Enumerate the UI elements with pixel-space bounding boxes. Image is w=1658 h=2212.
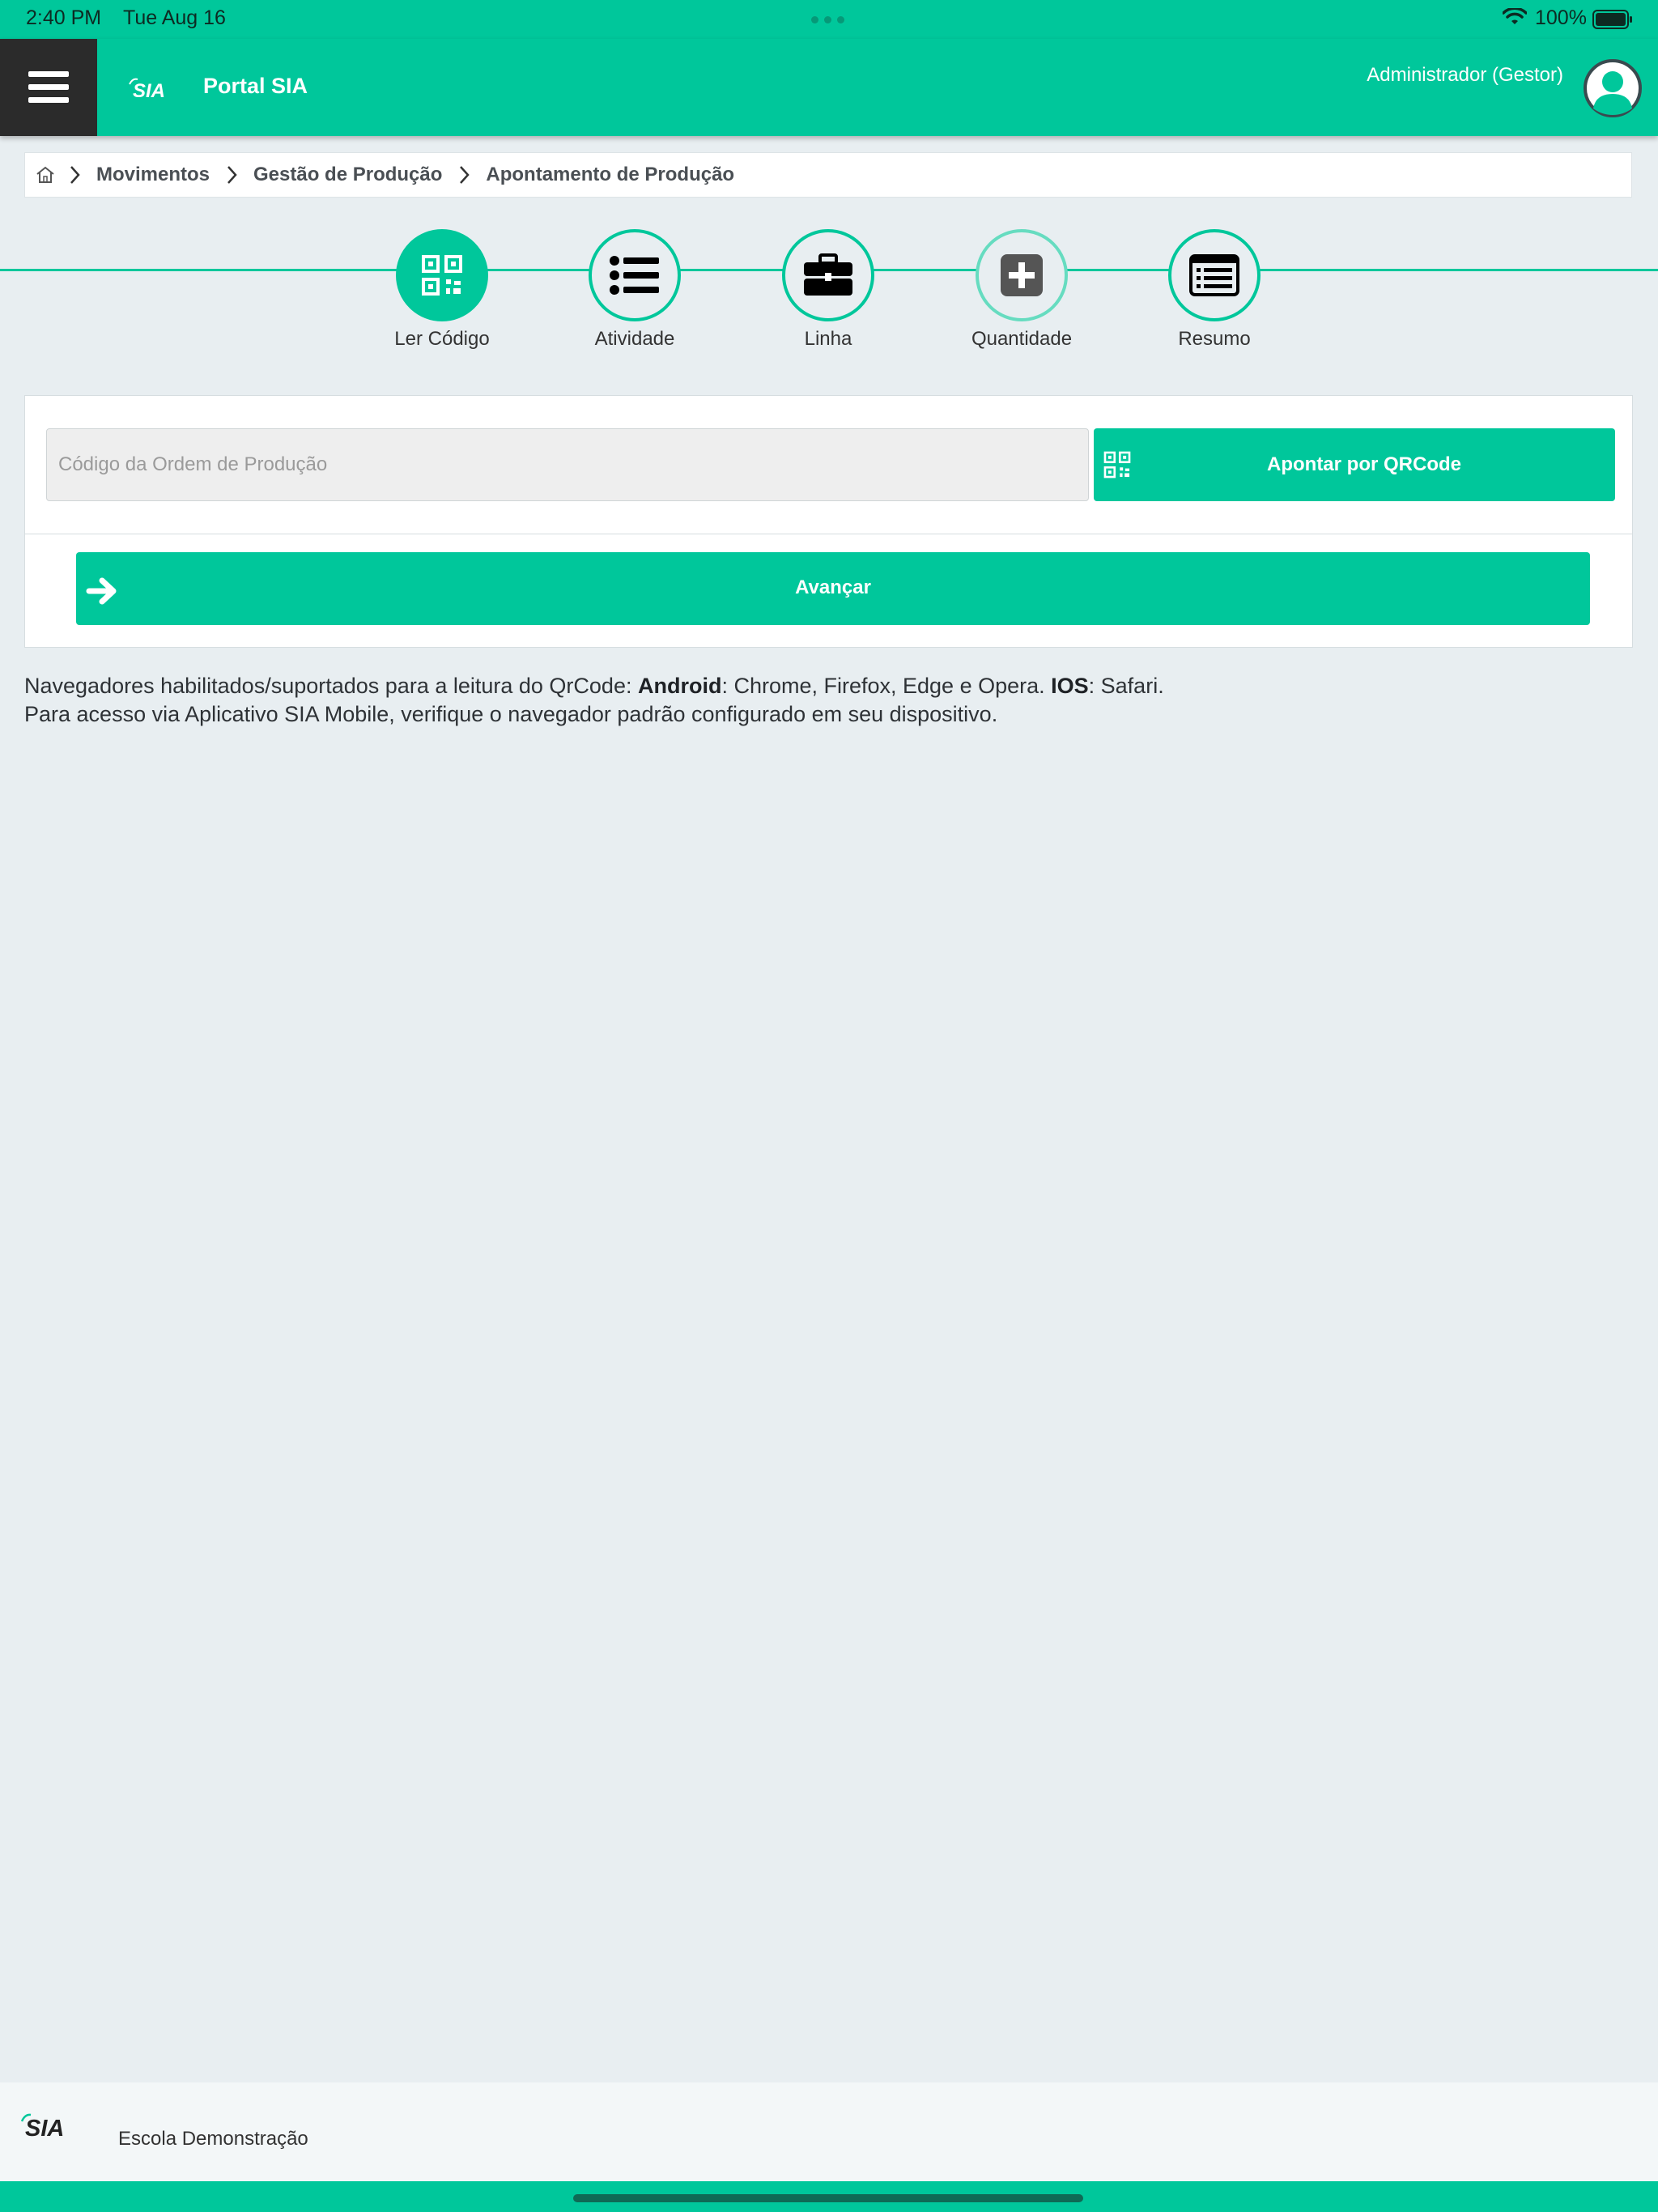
list-icon	[610, 256, 659, 295]
step-circle	[782, 229, 874, 321]
breadcrumb-item-movimentos[interactable]: Movimentos	[96, 164, 210, 186]
breadcrumb: Movimentos Gestão de Produção Apontament…	[24, 152, 1632, 198]
hamburger-menu-button[interactable]	[0, 39, 97, 136]
step-circle	[1168, 229, 1261, 321]
footer: SIA Escola Demonstração	[0, 2082, 1658, 2181]
step-label: Ler Código	[394, 328, 490, 350]
step-circle	[976, 229, 1068, 321]
sia-footer-logo: SIA	[20, 2112, 88, 2143]
app-header: SIA Portal SIA Administrador (Gestor)	[0, 39, 1658, 136]
multitasking-dots-icon[interactable]	[811, 16, 844, 23]
browser-support-line: Navegadores habilitados/suportados para …	[24, 672, 1164, 700]
home-icon[interactable]	[35, 165, 56, 185]
step-circle	[396, 229, 488, 321]
hamburger-icon	[28, 71, 69, 103]
plus-square-icon	[1001, 254, 1043, 296]
user-name[interactable]: Administrador (Gestor)	[1367, 64, 1563, 87]
mobile-app-info-line: Para acesso via Aplicativo SIA Mobile, v…	[24, 702, 998, 726]
info-android-label: Android	[637, 674, 722, 698]
step-resumo[interactable]: Resumo	[1141, 229, 1287, 351]
advance-button[interactable]: Avançar	[76, 552, 1590, 625]
home-indicator[interactable]	[573, 2194, 1083, 2202]
step-atividade[interactable]: Atividade	[562, 229, 708, 351]
step-ler-codigo[interactable]: Ler Código	[369, 229, 515, 351]
production-order-code-input[interactable]	[46, 428, 1089, 501]
battery-icon	[1592, 10, 1633, 35]
chevron-right-icon	[69, 164, 82, 185]
code-entry-card: Apontar por QRCode	[24, 395, 1633, 534]
qrcode-button-label: Apontar por QRCode	[1267, 453, 1461, 475]
info-ios-label: IOS	[1051, 674, 1089, 698]
chevron-right-icon	[226, 164, 239, 185]
step-label: Atividade	[594, 328, 675, 350]
briefcase-icon	[804, 253, 852, 296]
summary-list-icon	[1189, 254, 1239, 296]
bottom-bar	[0, 2181, 1658, 2212]
qrcode-icon	[422, 255, 462, 296]
svg-text:SIA: SIA	[133, 80, 165, 100]
chevron-right-icon	[458, 164, 471, 185]
info-android-text: : Chrome, Firefox, Edge e Opera.	[721, 674, 1052, 698]
school-name: Escola Demonstração	[118, 2128, 308, 2150]
info-ios-text: : Safari.	[1088, 674, 1164, 698]
step-label: Quantidade	[971, 328, 1073, 350]
breadcrumb-item-apontamento-producao: Apontamento de Produção	[486, 164, 735, 185]
breadcrumb-item-gestao-producao[interactable]: Gestão de Produção	[253, 164, 442, 186]
step-linha[interactable]: Linha	[755, 229, 901, 351]
status-time: 2:40 PM	[26, 6, 102, 29]
step-label: Resumo	[1178, 328, 1251, 350]
step-circle	[589, 229, 681, 321]
step-quantidade[interactable]: Quantidade	[949, 229, 1095, 351]
action-card: Avançar	[24, 534, 1633, 648]
step-label: Linha	[804, 328, 852, 350]
status-bar: 2:40 PM Tue Aug 16 100%	[0, 0, 1658, 39]
advance-button-label: Avançar	[795, 576, 871, 598]
browser-support-info: Navegadores habilitados/suportados para …	[24, 672, 1164, 729]
status-date: Tue Aug 16	[123, 6, 226, 29]
info-prefix: Navegadores habilitados/suportados para …	[24, 674, 638, 698]
app-title: Portal SIA	[203, 74, 308, 98]
qrcode-scan-button[interactable]: Apontar por QRCode	[1094, 428, 1615, 501]
sia-logo: SIA	[126, 76, 186, 104]
svg-text:SIA: SIA	[25, 2116, 64, 2139]
wifi-icon	[1502, 6, 1528, 32]
battery-percent: 100%	[1535, 6, 1587, 29]
user-avatar-icon[interactable]	[1583, 58, 1643, 122]
